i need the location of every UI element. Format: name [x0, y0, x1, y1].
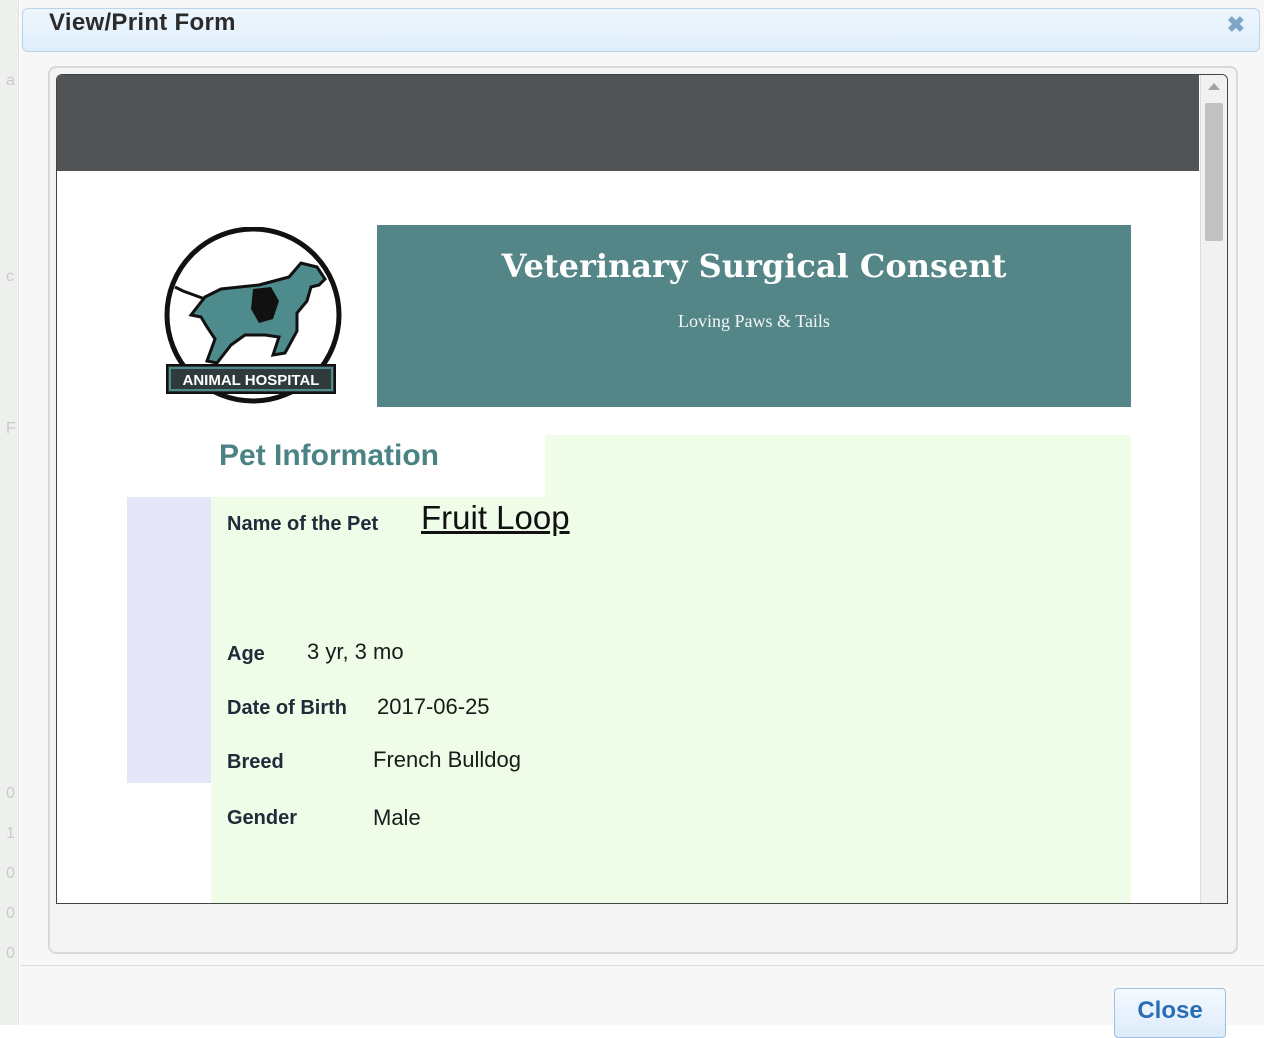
document-viewer[interactable]: ANIMAL HOSPITAL Veterinary Surgical Cons… — [56, 74, 1228, 904]
age-label: Age — [227, 643, 265, 665]
section-title: Pet Information — [219, 439, 440, 472]
viewer-toolbar — [57, 75, 1199, 171]
form-banner: Veterinary Surgical Consent Loving Paws … — [377, 225, 1131, 407]
dob-value: 2017-06-25 — [377, 694, 490, 719]
pet-name-label: Name of the Pet — [227, 513, 379, 535]
scroll-thumb[interactable] — [1205, 103, 1223, 241]
close-button[interactable]: Close — [1114, 988, 1226, 1038]
dialog-titlebar[interactable]: View/Print Form ✖ — [22, 8, 1260, 52]
age-value: 3 yr, 3 mo — [307, 639, 404, 664]
footer-divider — [20, 965, 1264, 966]
close-x-icon[interactable]: ✖ — [1227, 14, 1245, 36]
background-page-strip: a c F 0 1 0 0 0 — [0, 0, 19, 1025]
gender-label: Gender — [227, 807, 298, 829]
dob-label: Date of Birth — [227, 697, 347, 719]
breed-value: French Bulldog — [373, 747, 521, 772]
logo-text: ANIMAL HOSPITAL — [183, 372, 320, 389]
side-marker-block — [127, 497, 211, 783]
form-page: ANIMAL HOSPITAL Veterinary Surgical Cons… — [61, 171, 1197, 903]
viewer-scrollbar[interactable] — [1200, 75, 1227, 903]
gender-value: Male — [373, 805, 421, 830]
pet-name-value: Fruit Loop — [421, 499, 570, 536]
breed-label: Breed — [227, 751, 284, 773]
clinic-name: Loving Paws & Tails — [678, 311, 830, 331]
scroll-up-arrow-icon[interactable] — [1208, 83, 1220, 90]
dialog-title: View/Print Form — [49, 9, 236, 36]
form-title: Veterinary Surgical Consent — [501, 247, 1007, 285]
animal-hospital-logo: ANIMAL HOSPITAL — [164, 227, 342, 404]
view-print-dialog: View/Print Form ✖ ANIMAL HOSPITAL Veteri… — [20, 0, 1264, 1038]
content-frame: ANIMAL HOSPITAL Veterinary Surgical Cons… — [48, 66, 1238, 954]
pet-info-panel — [211, 435, 1131, 903]
